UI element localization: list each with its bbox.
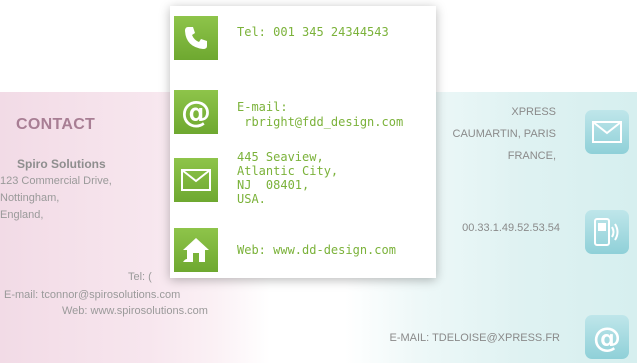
at-sign-icon: @: [174, 90, 218, 134]
left-address-line: Nottingham,: [0, 192, 60, 204]
left-address-line: England,: [0, 209, 44, 221]
right-country: FRANCE,: [507, 150, 556, 162]
contact-title: CONTACT: [16, 116, 96, 133]
popup-web: Web: www.dd-design.com: [237, 243, 396, 257]
right-company-name: XPRESS: [511, 106, 556, 118]
popup-email-label: E-mail:: [237, 100, 288, 114]
popup-email-value: rbright@fdd_design.com: [237, 115, 404, 129]
right-phone: 00.33.1.49.52.53.54: [462, 222, 560, 234]
envelope-icon: [585, 110, 629, 154]
left-web: Web: www.spirosolutions.com: [62, 305, 208, 317]
at-sign-icon: @: [585, 315, 629, 359]
left-tel: Tel: (: [128, 271, 152, 283]
envelope-icon: [174, 158, 218, 202]
right-email: E-MAIL: TDELOISE@XPRESS.FR: [389, 332, 560, 344]
left-company-name: Spiro Solutions: [17, 157, 106, 171]
left-email: E-mail: tconnor@spirosolutions.com: [4, 289, 181, 301]
left-address-line: 123 Commercial Drive,: [0, 175, 112, 187]
phone-icon: [174, 16, 218, 60]
mobile-phone-icon: [585, 210, 629, 254]
popup-address: 445 Seaview, Atlantic City, NJ 08401, US…: [237, 150, 339, 206]
contact-popup: Tel: 001 345 24344543 @ E-mail: rbright@…: [170, 6, 436, 278]
right-address: CAUMARTIN, PARIS: [452, 128, 557, 140]
popup-tel: Tel: 001 345 24344543: [237, 25, 389, 39]
home-icon: [174, 228, 218, 272]
